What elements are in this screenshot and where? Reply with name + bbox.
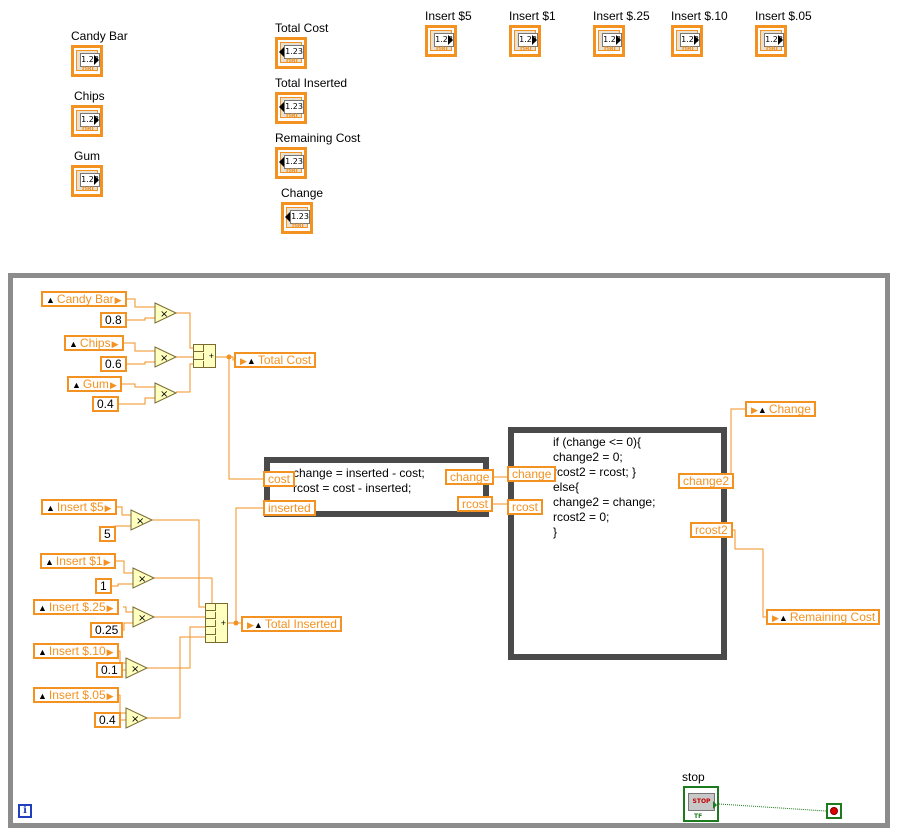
change-block-terminal[interactable]: ▶▲ Change [745, 401, 816, 417]
numeric-constant[interactable]: 0.25 [90, 622, 124, 638]
total-cost-block-terminal[interactable]: ▶▲ Total Cost [234, 352, 317, 368]
compound-add-node[interactable]: + [205, 603, 228, 643]
house-icon: ▲ [38, 691, 47, 701]
numeric-constant[interactable]: 0.8 [100, 312, 127, 328]
multiply-node[interactable]: × [130, 509, 154, 531]
formula-input-cost[interactable]: cost [263, 471, 296, 487]
formula-input-rcost[interactable]: rcost [507, 499, 544, 515]
loop-condition-stop-icon[interactable] [826, 803, 842, 819]
formula-node-2-code: if (change <= 0){ change2 = 0; rcost2 = … [553, 435, 656, 539]
multiply-node[interactable]: × [154, 302, 178, 324]
insert-25-block-terminal[interactable]: ▲ Insert $.25▶ [33, 599, 119, 615]
formula-output-rcost2[interactable]: rcost2 [690, 522, 733, 538]
house-icon: ▲ [778, 613, 788, 623]
house-icon: ▲ [253, 620, 263, 630]
house-icon: ▲ [46, 503, 55, 513]
formula-node-1-code: change = inserted - cost; rcost = cost -… [293, 466, 425, 495]
wire-layer: × × × × × × × × [109, 298, 827, 812]
insert-1-block-terminal[interactable]: ▲ Insert $1▶ [40, 553, 116, 569]
stop-button-terminal[interactable]: STOP TF [683, 786, 719, 822]
svg-text:×: × [138, 613, 146, 624]
stop-label: stop [682, 770, 705, 784]
chips-block-terminal[interactable]: ▲ Chips▶ [64, 335, 124, 351]
multiply-node[interactable]: × [132, 606, 156, 628]
multiply-node[interactable]: × [154, 346, 178, 368]
house-icon: ▲ [45, 557, 54, 567]
svg-text:×: × [160, 389, 168, 400]
formula-output-rcost[interactable]: rcost [457, 496, 494, 512]
house-icon: ▲ [69, 339, 78, 349]
numeric-constant[interactable]: 1 [95, 578, 112, 594]
svg-text:×: × [160, 309, 168, 320]
svg-text:×: × [131, 714, 139, 725]
numeric-constant[interactable]: 0.1 [96, 662, 123, 678]
numeric-constant[interactable]: 0.6 [100, 356, 127, 372]
multiply-node[interactable]: × [125, 707, 149, 729]
numeric-constant[interactable]: 0.4 [94, 712, 121, 728]
total-inserted-block-terminal[interactable]: ▶▲ Total Inserted [241, 616, 342, 632]
svg-text:×: × [138, 574, 146, 585]
house-icon: ▲ [72, 380, 81, 390]
insert-05-block-terminal[interactable]: ▲ Insert $.05▶ [33, 687, 119, 703]
multiply-node[interactable]: × [125, 657, 149, 679]
formula-input-change[interactable]: change [507, 466, 557, 482]
gum-block-terminal[interactable]: ▲ Gum▶ [67, 376, 122, 392]
candy-bar-block-terminal[interactable]: ▲ Candy Bar▶ [41, 291, 127, 307]
svg-text:×: × [160, 353, 168, 364]
multiply-node[interactable]: × [132, 567, 156, 589]
numeric-constant[interactable]: 5 [99, 526, 116, 542]
house-icon: ▲ [46, 295, 55, 305]
house-icon: ▲ [246, 356, 256, 366]
multiply-node[interactable]: × [154, 382, 178, 404]
insert-10-block-terminal[interactable]: ▲ Insert $.10▶ [33, 643, 119, 659]
insert-5-block-terminal[interactable]: ▲ Insert $5▶ [41, 499, 117, 515]
compound-add-node[interactable]: + [193, 344, 216, 368]
numeric-constant[interactable]: 0.4 [92, 396, 119, 412]
house-icon: ▲ [38, 647, 47, 657]
remaining-cost-block-terminal[interactable]: ▶▲ Remaining Cost [766, 609, 881, 625]
formula-output-change[interactable]: change [445, 469, 495, 485]
svg-text:×: × [131, 664, 139, 675]
house-icon: ▲ [38, 603, 47, 613]
stop-icon: STOP [688, 793, 715, 811]
formula-output-change2[interactable]: change2 [678, 473, 735, 489]
svg-text:×: × [136, 516, 144, 527]
formula-input-inserted[interactable]: inserted [263, 500, 316, 516]
house-icon: ▲ [757, 405, 767, 415]
